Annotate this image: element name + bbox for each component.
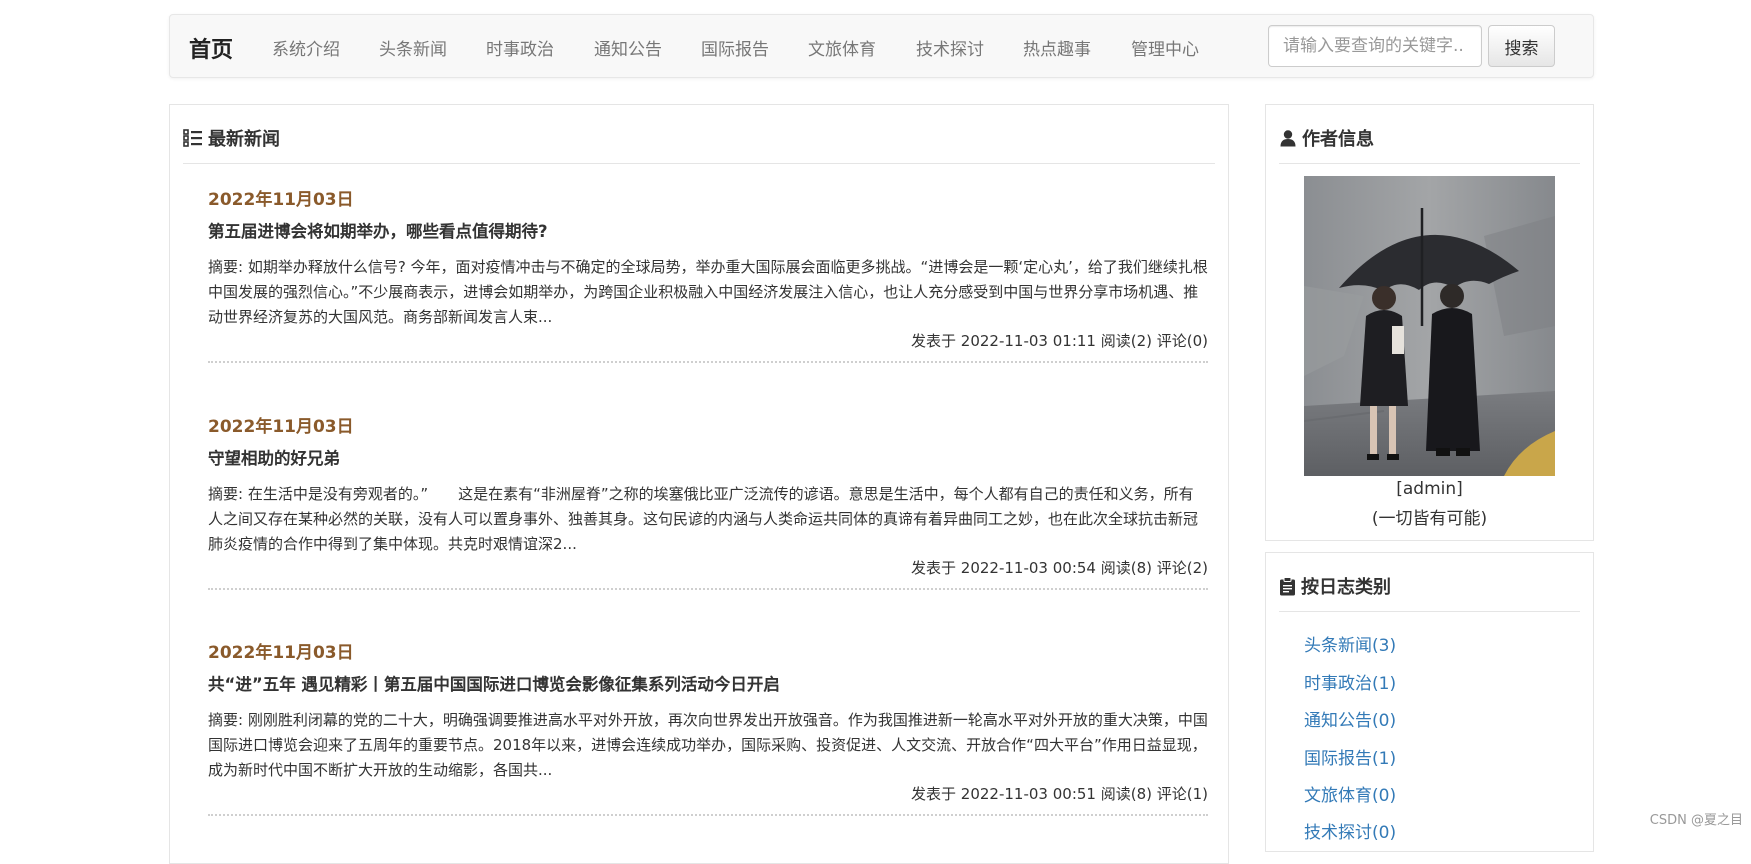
divider <box>1279 611 1580 612</box>
top-navbar: 首页 系统介绍 头条新闻 时事政治 通知公告 国际报告 文旅体育 技术探讨 热点… <box>169 14 1594 78</box>
user-icon <box>1280 130 1296 147</box>
category-link-notices[interactable]: 通知公告(0) <box>1304 706 1396 731</box>
nav-item-headlines[interactable]: 头条新闻 <box>379 35 447 60</box>
panel-title-author: 作者信息 <box>1279 125 1374 151</box>
divider <box>1279 163 1580 164</box>
news-meta: 发表于 2022-11-03 01:11 阅读(2) 评论(0) <box>911 332 1208 350</box>
search-button[interactable]: 搜索 <box>1488 25 1555 67</box>
news-title-link[interactable]: 守望相助的好兄弟 <box>208 445 340 469</box>
divider <box>183 163 1215 164</box>
list-icon <box>183 129 202 147</box>
nav-item-notices[interactable]: 通知公告 <box>594 35 662 60</box>
news-separator <box>208 814 1208 816</box>
nav-brand-home[interactable]: 首页 <box>189 32 233 64</box>
nav-item-system-intro[interactable]: 系统介绍 <box>272 35 340 60</box>
author-avatar <box>1304 176 1555 476</box>
news-separator <box>208 361 1208 363</box>
panel-title-text: 作者信息 <box>1302 129 1374 150</box>
news-date: 2022年11月03日 <box>208 417 354 437</box>
category-link-politics[interactable]: 时事政治(1) <box>1304 669 1396 694</box>
author-info-panel: 作者信息 [admin] (一切皆有可能) <box>1265 104 1594 541</box>
nav-item-admin-center[interactable]: 管理中心 <box>1131 35 1199 60</box>
news-title-link[interactable]: 共“进”五年 遇见精彩丨第五届中国国际进口博览会影像征集系列活动今日开启 <box>208 671 780 695</box>
nav-item-hot-topics[interactable]: 热点趣事 <box>1023 35 1091 60</box>
news-summary: 摘要: 如期举办释放什么信号? 今年，面对疫情冲击与不确定的全球局势，举办重大国… <box>208 258 1208 326</box>
nav-item-politics[interactable]: 时事政治 <box>486 35 554 60</box>
news-summary: 摘要: 在生活中是没有旁观者的。” 这是在素有“非洲屋脊”之称的埃塞俄比亚广泛流… <box>208 485 1199 553</box>
news-meta: 发表于 2022-11-03 00:51 阅读(8) 评论(1) <box>911 785 1208 803</box>
latest-news-panel: 最新新闻 2022年11月03日 第五届进博会将如期举办，哪些看点值得期待? 摘… <box>169 104 1229 864</box>
panel-title-text: 最新新闻 <box>208 129 280 150</box>
category-link-international[interactable]: 国际报告(1) <box>1304 744 1396 769</box>
author-motto: (一切皆有可能) <box>1371 509 1488 529</box>
search-input[interactable] <box>1268 25 1482 67</box>
news-date: 2022年11月03日 <box>208 190 354 210</box>
category-link-culture-sports[interactable]: 文旅体育(0) <box>1304 781 1396 806</box>
news-date: 2022年11月03日 <box>208 643 354 663</box>
clipboard-icon <box>1280 576 1295 595</box>
news-title-link[interactable]: 第五届进博会将如期举办，哪些看点值得期待? <box>208 218 548 242</box>
category-panel: 按日志类别 头条新闻(3) 时事政治(1) 通知公告(0) 国际报告(1) 文旅… <box>1265 552 1594 852</box>
panel-title-latest-news: 最新新闻 <box>183 125 280 151</box>
panel-title-text: 按日志类别 <box>1301 577 1391 598</box>
author-name: [admin] <box>1396 479 1463 499</box>
category-link-tech[interactable]: 技术探讨(0) <box>1304 818 1396 843</box>
news-summary: 摘要: 刚刚胜利闭幕的党的二十大，明确强调要推进高水平对外开放，再次向世界发出开… <box>208 711 1208 779</box>
nav-item-tech[interactable]: 技术探讨 <box>916 35 984 60</box>
news-meta: 发表于 2022-11-03 00:54 阅读(8) 评论(2) <box>911 559 1208 577</box>
panel-title-categories: 按日志类别 <box>1279 573 1391 599</box>
news-separator <box>208 588 1208 590</box>
watermark: CSDN @夏之目 <box>1649 813 1743 828</box>
nav-item-culture-sports[interactable]: 文旅体育 <box>808 35 876 60</box>
nav-item-international[interactable]: 国际报告 <box>701 35 769 60</box>
category-link-headlines[interactable]: 头条新闻(3) <box>1304 631 1396 656</box>
